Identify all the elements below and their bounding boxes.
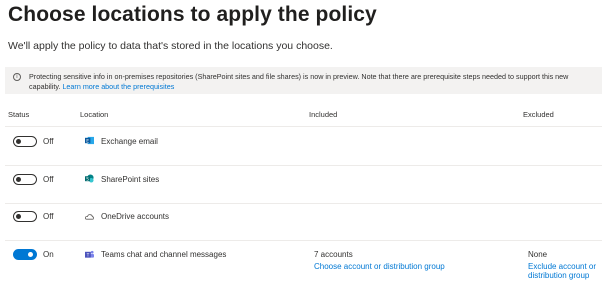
teams-icon: T [85, 250, 94, 258]
teams-toggle[interactable] [13, 249, 37, 260]
teams-excluded-value: None [528, 250, 548, 259]
choose-account-or-group-link[interactable]: Choose account or distribution group [314, 262, 445, 271]
exchange-icon: E [85, 136, 94, 144]
info-icon: i [13, 73, 21, 81]
page-subtitle: We'll apply the policy to data that's st… [8, 40, 333, 52]
location-row-sharepoint: Off S SharePoint sites [5, 165, 602, 203]
location-row-exchange: Off E Exchange email [5, 126, 602, 165]
sharepoint-icon: S [85, 174, 94, 183]
svg-text:S: S [86, 176, 89, 181]
column-header-included: Included [309, 110, 338, 119]
column-header-location: Location [80, 110, 109, 119]
sharepoint-toggle[interactable] [13, 174, 37, 185]
exclude-account-or-group-link[interactable]: Exclude account or distribution group [528, 262, 602, 280]
location-row-onedrive: Off OneDrive accounts [5, 203, 602, 240]
svg-text:E: E [86, 138, 89, 144]
exchange-toggle[interactable] [13, 136, 37, 147]
teams-included-count: 7 accounts [314, 250, 353, 259]
location-row-teams: On T Teams chat and channel messages 7 a… [5, 240, 602, 284]
page-title: Choose locations to apply the policy [8, 3, 377, 26]
exchange-location-name: Exchange email [101, 137, 158, 146]
sharepoint-location-name: SharePoint sites [101, 175, 160, 184]
column-header-excluded: Excluded [523, 110, 554, 119]
sharepoint-status-label: Off [43, 175, 54, 184]
teams-status-label: On [43, 250, 54, 259]
onedrive-status-label: Off [43, 212, 54, 221]
teams-location-name: Teams chat and channel messages [101, 250, 227, 259]
learn-more-prerequisites-link[interactable]: Learn more about the prerequisites [62, 82, 174, 91]
banner-text-block: Protecting sensitive info in on-premises… [29, 72, 589, 92]
onedrive-icon [85, 214, 94, 220]
onedrive-location-name: OneDrive accounts [101, 212, 170, 221]
preview-info-banner: i Protecting sensitive info in on-premis… [5, 67, 602, 94]
onedrive-toggle[interactable] [13, 211, 37, 222]
exchange-status-label: Off [43, 137, 54, 146]
svg-text:T: T [86, 252, 90, 257]
column-header-status: Status [8, 110, 30, 119]
